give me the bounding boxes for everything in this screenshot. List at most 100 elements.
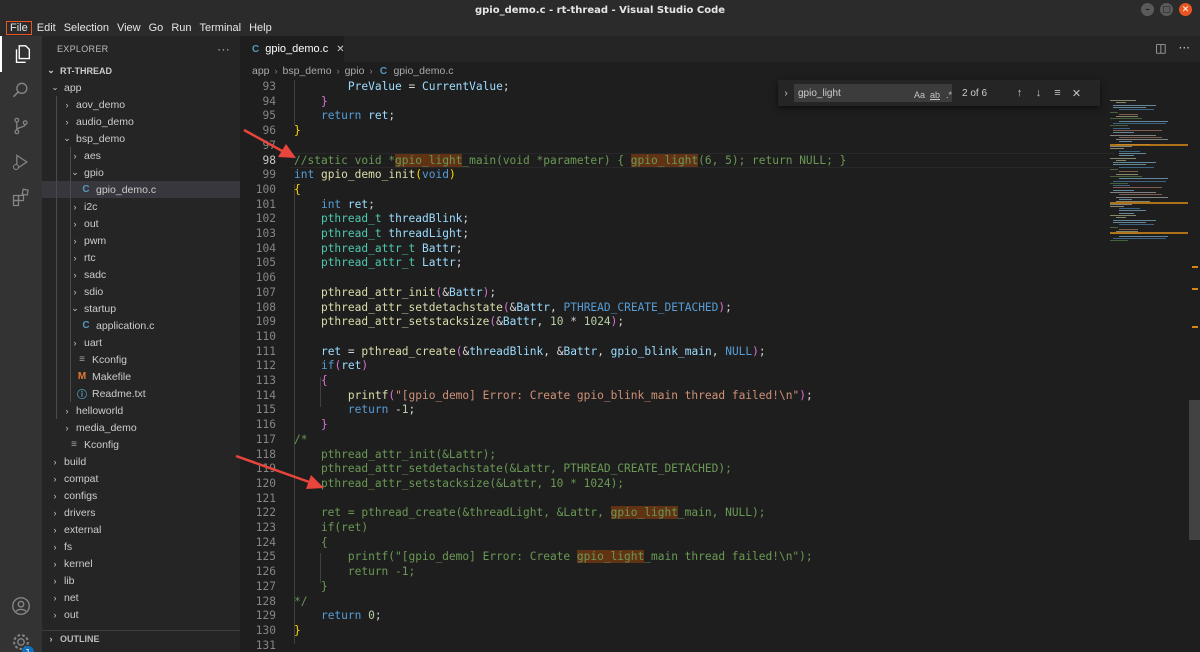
tree-item[interactable]: Cgpio_demo.c [42, 181, 240, 198]
tree-item[interactable]: › lib [42, 572, 240, 589]
chevron-right-icon: › [49, 634, 53, 644]
maximize-button[interactable]: □ [1160, 3, 1173, 16]
tree-item[interactable]: › i2c [42, 198, 240, 215]
previous-match-icon[interactable]: ↑ [1010, 87, 1029, 99]
tree-item[interactable]: › uart [42, 334, 240, 351]
find-input[interactable] [794, 84, 952, 102]
code-editor[interactable]: 93 PreValue = CurrentValue; 94 } 95 return… [240, 80, 1200, 652]
find-in-selection-icon[interactable]: ≡ [1048, 87, 1067, 99]
next-match-icon[interactable]: ↓ [1029, 87, 1048, 99]
minimap-line [1110, 226, 1118, 228]
tree-item[interactable]: ≡ Kconfig [42, 351, 240, 368]
tree-item[interactable]: › sadc [42, 266, 240, 283]
tree-item[interactable]: › fs [42, 538, 240, 555]
source-control-activity[interactable] [0, 108, 42, 144]
minimize-button[interactable]: – [1141, 3, 1154, 16]
breadcrumb-file[interactable]: gpio_demo.c [393, 65, 453, 77]
tree-item[interactable]: › aov_demo [42, 96, 240, 113]
regex-icon[interactable]: .* [946, 90, 952, 100]
extensions-activity[interactable] [0, 180, 42, 216]
tree-item[interactable]: › pwm [42, 232, 240, 249]
more-actions-icon[interactable]: ··· [217, 42, 230, 56]
tree-item[interactable]: › audio_demo [42, 113, 240, 130]
code-line: //static void *gpio_light_main(void *par… [294, 153, 847, 167]
tree-item-label: lib [64, 574, 75, 587]
tree-item[interactable]: M Makefile [42, 368, 240, 385]
chevron-down-icon: ⌄ [71, 303, 79, 313]
workspace-root[interactable]: ⌄ RT-THREAD [42, 62, 240, 79]
tree-item[interactable]: › out [42, 606, 240, 623]
menu-file[interactable]: File [6, 21, 32, 35]
minimap-line [1116, 196, 1168, 198]
tree-item[interactable]: › sdio [42, 283, 240, 300]
tree-item[interactable]: ⓘ Readme.txt [42, 385, 240, 402]
outline-label: OUTLINE [60, 634, 100, 644]
tree-item[interactable]: › configs [42, 487, 240, 504]
tree-item[interactable]: ⌄ startup [42, 300, 240, 317]
chevron-down-icon: ⌄ [63, 133, 71, 143]
tree-item[interactable]: ⌄ app [42, 79, 240, 96]
search-activity[interactable] [0, 72, 42, 108]
breadcrumb: app › bsp_demo › gpio › C gpio_demo.c [240, 62, 1200, 80]
tree-item[interactable]: › out [42, 215, 240, 232]
close-icon[interactable]: ✕ [1067, 87, 1086, 100]
tree-item[interactable]: ≡ Kconfig [42, 436, 240, 453]
menu-view[interactable]: View [114, 21, 144, 35]
tree-item[interactable]: › aes [42, 147, 240, 164]
split-editor-icon[interactable]: ◫ [1155, 41, 1166, 55]
menu-go[interactable]: Go [146, 21, 167, 35]
tree-item[interactable]: ⌄ bsp_demo [42, 130, 240, 147]
tree-item[interactable]: › media_demo [42, 419, 240, 436]
tree-indent-guide [56, 96, 57, 419]
info-file-icon: ⓘ [77, 390, 87, 401]
tree-item[interactable]: › rtc [42, 249, 240, 266]
code-line: return ret; [320, 109, 396, 123]
run-debug-activity[interactable] [0, 144, 42, 180]
line-number: 110 [255, 329, 276, 343]
minimap-line [1110, 118, 1142, 120]
menu-help[interactable]: Help [246, 21, 275, 35]
more-actions-icon[interactable]: ··· [1179, 41, 1190, 55]
menu-selection[interactable]: Selection [61, 21, 112, 35]
tree-item[interactable]: › helloworld [42, 402, 240, 419]
code-line: if(ret) [294, 521, 369, 534]
tree-item-label: compat [64, 472, 99, 485]
tree-item[interactable]: ⌄ gpio [42, 164, 240, 181]
tree-item-label: out [84, 217, 99, 230]
manage-activity[interactable]: 1 [0, 624, 42, 652]
workspace-root-label: RT-THREAD [60, 65, 112, 76]
menu-terminal[interactable]: Terminal [197, 21, 245, 35]
breadcrumb-gpio[interactable]: gpio [345, 65, 365, 77]
tree-item[interactable]: › drivers [42, 504, 240, 521]
minimap-line [1119, 198, 1132, 200]
tree-item[interactable]: › kernel [42, 555, 240, 572]
minimap[interactable] [1110, 100, 1190, 260]
tree-item[interactable]: Capplication.c [42, 317, 240, 334]
tree-item-label: app [64, 81, 82, 94]
extensions-icon [12, 188, 29, 207]
tree-item[interactable]: › net [42, 589, 240, 606]
vertical-scrollbar[interactable] [1189, 80, 1200, 652]
tree-item[interactable]: › build [42, 453, 240, 470]
outline-section[interactable]: › OUTLINE [42, 630, 240, 647]
tab-gpio-demo[interactable]: C gpio_demo.c ✕ [240, 36, 345, 62]
chevron-right-icon[interactable]: › [778, 88, 794, 99]
accounts-activity[interactable] [0, 588, 42, 624]
minimap-line [1119, 228, 1138, 230]
close-window-button[interactable]: ✕ [1179, 3, 1192, 16]
chevron-right-icon: › [53, 490, 57, 501]
tree-item[interactable]: › external [42, 521, 240, 538]
tree-item[interactable]: › compat [42, 470, 240, 487]
minimap-line [1110, 169, 1118, 170]
menu-edit[interactable]: Edit [34, 21, 59, 35]
explorer-activity[interactable] [0, 36, 42, 72]
scrollbar-thumb[interactable] [1189, 400, 1200, 540]
menu-run[interactable]: Run [168, 21, 194, 35]
breadcrumb-app[interactable]: app [252, 65, 270, 77]
close-icon[interactable]: ✕ [336, 44, 344, 55]
match-case-icon[interactable]: Aa [914, 90, 925, 100]
tree-item-label: aes [84, 149, 101, 162]
breadcrumb-bsp-demo[interactable]: bsp_demo [283, 65, 332, 77]
chevron-right-icon: › [53, 473, 57, 484]
match-word-icon[interactable]: ab [930, 90, 940, 100]
